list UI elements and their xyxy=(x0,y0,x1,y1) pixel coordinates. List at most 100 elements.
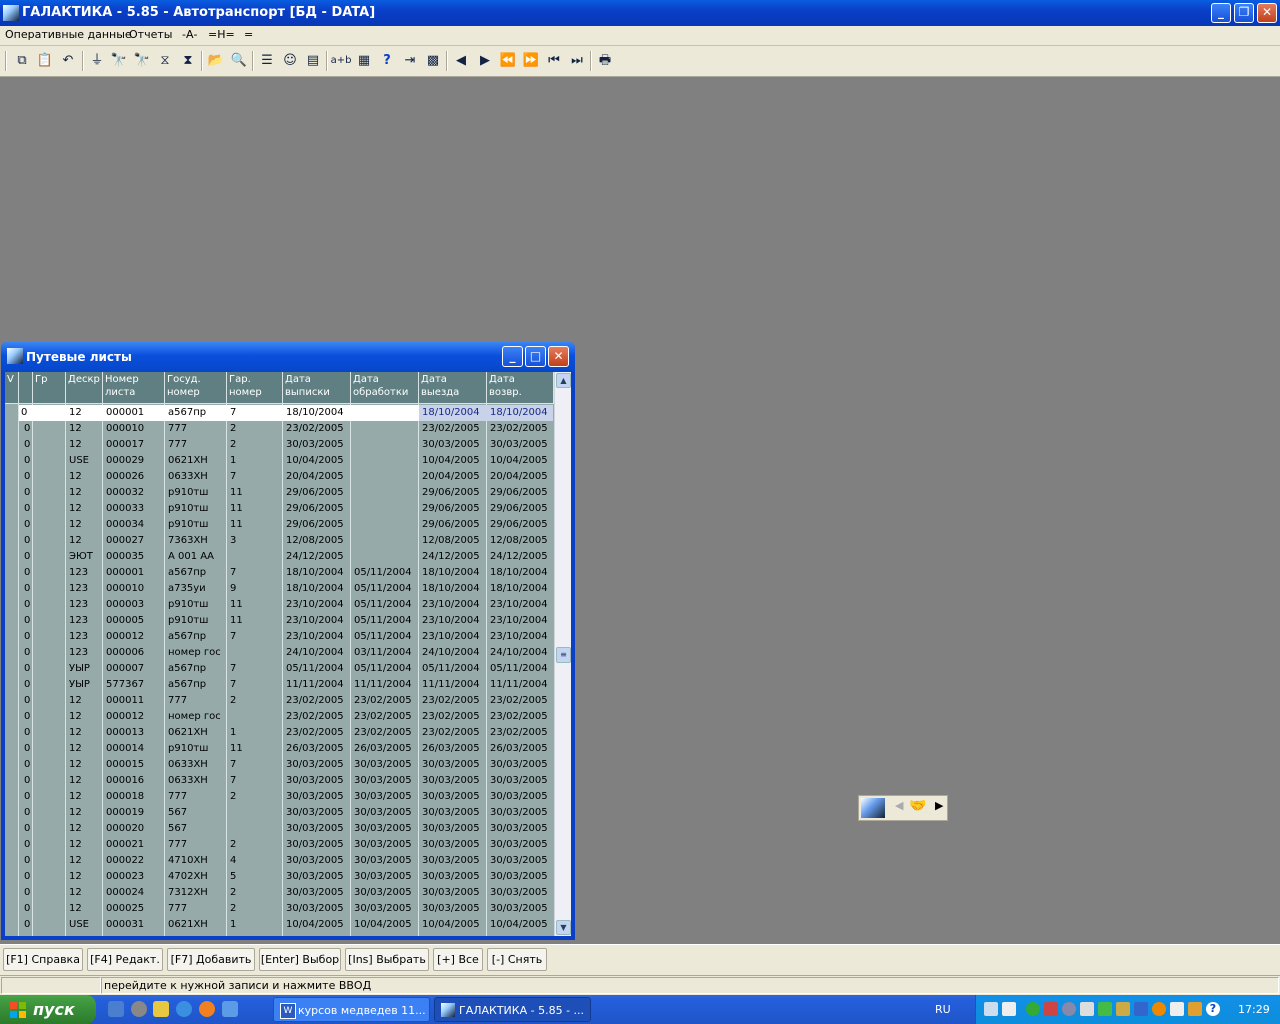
f4-edit-button[interactable]: [F4] Редакт. xyxy=(87,948,163,971)
table-row[interactable]: 0 12 000024 7312ХН 2 30/03/2005 30/03/2005 30/0… xyxy=(5,885,554,901)
header-col-return-date[interactable]: Дата возвр. xyxy=(487,372,554,404)
tray-connection-icon[interactable] xyxy=(1134,1002,1148,1016)
fast-forward-icon[interactable]: ⏩ xyxy=(520,50,542,72)
list-icon[interactable]: ☰ xyxy=(256,50,278,72)
exit-icon[interactable]: ⇥ xyxy=(399,50,421,72)
table-row[interactable]: 0 123 000006 номер гос 24/10/2004 03/11/2004 2… xyxy=(5,645,554,661)
table-row[interactable]: 0 12 000012 номер гос 23/02/2005 23/02/2005 23… xyxy=(5,709,554,725)
show-desktop-icon[interactable] xyxy=(108,1001,124,1017)
table-row[interactable]: 0 123 000005 р910тш 11 23/10/2004 05/11/2004 23… xyxy=(5,613,554,629)
quicklaunch-app-icon[interactable] xyxy=(153,1001,169,1017)
print-icon[interactable]: 🖶 xyxy=(594,50,616,72)
table-row[interactable]: 0 12 000021 777 2 30/03/2005 30/03/2005 30/03/2… xyxy=(5,837,554,853)
tray-puzzle-icon[interactable] xyxy=(1116,1002,1130,1016)
handshake-icon[interactable]: 🤝 xyxy=(909,798,926,814)
child-close-button[interactable]: ✕ xyxy=(548,346,569,367)
tray-messenger-icon[interactable] xyxy=(1152,1002,1166,1016)
restore-button[interactable]: ❐ xyxy=(1234,3,1254,23)
text-ab-icon[interactable]: a+b xyxy=(330,50,352,72)
plus-all-button[interactable]: [+] Все xyxy=(433,948,483,971)
scroll-down-button[interactable]: ▼ xyxy=(556,920,571,935)
tray-antivirus-icon[interactable] xyxy=(1026,1002,1040,1016)
smiley-icon[interactable]: ☺ xyxy=(279,50,301,72)
table-row[interactable]: 0 USE 000031 0621ХН 1 10/04/2005 10/04/2005 10/… xyxy=(5,917,554,933)
menu-eq[interactable]: = xyxy=(244,28,253,41)
table-row[interactable]: 0 12 000001 а567пр 7 18/10/2004 18/10/2004 18/1… xyxy=(5,405,554,421)
table-row[interactable]: 0 УЫР 000007 а567пр 7 05/11/2004 05/11/2004 05/… xyxy=(5,661,554,677)
header-col-group[interactable]: Гр xyxy=(33,372,66,404)
table-row[interactable]: 0 123 000012 а567пр 7 23/10/2004 05/11/2004 23/… xyxy=(5,629,554,645)
grid-icon[interactable]: ▩ xyxy=(422,50,444,72)
browser-icon[interactable] xyxy=(199,1001,215,1017)
table-row[interactable]: 0 123 000010 а735уи 9 18/10/2004 05/11/2004 18/… xyxy=(5,581,554,597)
panel-icon[interactable]: ▤ xyxy=(302,50,324,72)
table-row[interactable]: 0 123 000003 р910тш 11 23/10/2004 05/11/2004 23… xyxy=(5,597,554,613)
table-row[interactable]: 0 12 000014 р910тш 11 26/03/2005 26/03/2005 26/… xyxy=(5,741,554,757)
rewind-icon[interactable]: ⏪ xyxy=(497,50,519,72)
prev-icon[interactable]: ◀ xyxy=(450,50,472,72)
header-col-v[interactable]: V xyxy=(5,372,19,404)
close-button[interactable]: ✕ xyxy=(1257,3,1277,23)
waybills-grid[interactable]: V Гр Дескр Номер листа Госуд. номер Гар. номер Да… xyxy=(5,372,571,936)
undo-icon[interactable]: ↶ xyxy=(57,50,79,72)
menu-n[interactable]: =Н= xyxy=(208,28,235,41)
f7-add-button[interactable]: [F7] Добавить xyxy=(167,948,255,971)
table-row[interactable]: 0 12 000019 567 30/03/2005 30/03/2005 30/03/20… xyxy=(5,805,554,821)
table-row[interactable]: 0 12 000020 567 30/03/2005 30/03/2005 30/03/20… xyxy=(5,821,554,837)
table-row[interactable]: 0 12 000016 0633ХН 7 30/03/2005 30/03/2005 30/0… xyxy=(5,773,554,789)
find-next-icon[interactable]: 🔭 xyxy=(131,50,153,72)
minus-unselect-button[interactable]: [-] Снять xyxy=(487,948,547,971)
header-col-sheet-number[interactable]: Номер листа xyxy=(103,372,165,404)
open-folder-icon[interactable]: 📂 xyxy=(205,50,227,72)
minimize-button[interactable]: _ xyxy=(1211,3,1231,23)
header-col-plate-number[interactable]: Госуд. номер xyxy=(165,372,227,404)
tray-help-icon[interactable]: ? xyxy=(1206,1002,1220,1016)
grid-vertical-scrollbar[interactable]: ▲ ≡ ▼ xyxy=(554,372,571,936)
next-icon[interactable]: ▶ xyxy=(474,50,496,72)
scroll-up-button[interactable]: ▲ xyxy=(556,373,571,388)
table-row[interactable]: 0 ЭЮТ 000035 А 001 АА 24/12/2005 24/12/2005 24… xyxy=(5,549,554,565)
internet-explorer-icon[interactable] xyxy=(176,1001,192,1017)
quicklaunch-icon[interactable] xyxy=(222,1001,238,1017)
ins-choose-button[interactable]: [Ins] Выбрать xyxy=(345,948,429,971)
float-prev-icon[interactable]: ◀ xyxy=(895,799,903,812)
start-button[interactable]: пуск xyxy=(0,995,96,1024)
calculator-icon[interactable]: ▦ xyxy=(353,50,375,72)
table-row[interactable]: 0 12 000027 7363ХН 3 12/08/2005 12/08/2005 12/0… xyxy=(5,533,554,549)
header-col-departure-date[interactable]: Дата выезда xyxy=(419,372,487,404)
task-galaktika[interactable]: ГАЛАКТИКА - 5.85 - ... xyxy=(434,997,591,1022)
copy-icon[interactable]: ⧉ xyxy=(11,50,33,72)
media-player-icon[interactable] xyxy=(131,1001,147,1017)
search-folder-icon[interactable]: 🔍 xyxy=(228,50,250,72)
table-row[interactable]: 0 12 000026 0633ХН 7 20/04/2005 20/04/2005 20/0… xyxy=(5,469,554,485)
table-row[interactable]: 0 12 000033 р910тш 11 29/06/2005 29/06/2005 29/… xyxy=(5,501,554,517)
tray-sound-icon[interactable] xyxy=(1062,1002,1076,1016)
table-row[interactable]: 0 12 000023 4702ХН 5 30/03/2005 30/03/2005 30/0… xyxy=(5,869,554,885)
waybills-title-bar[interactable]: Путевые листы _ □ ✕ xyxy=(1,342,575,372)
child-minimize-button[interactable]: _ xyxy=(502,346,523,367)
header-col-issue-date[interactable]: Дата выписки xyxy=(283,372,351,404)
float-next-icon[interactable]: ▶ xyxy=(935,799,943,812)
f1-help-button[interactable]: [F1] Справка xyxy=(3,948,83,971)
menu-reports[interactable]: Отчеты xyxy=(129,28,172,41)
enter-select-button[interactable]: [Enter] Выбор xyxy=(259,948,341,971)
table-row[interactable]: 0 12 000011 777 2 23/02/2005 23/02/2005 23/02/2… xyxy=(5,693,554,709)
filter-icon[interactable]: ⏚ xyxy=(86,50,108,72)
tray-tool-icon[interactable] xyxy=(1002,1002,1016,1016)
filter-clear-icon[interactable]: ⧗ xyxy=(177,50,199,72)
table-row[interactable]: 0 12 000013 0621ХН 1 23/02/2005 23/02/2005 23/0… xyxy=(5,725,554,741)
menu-operative-data[interactable]: Оперативные данные xyxy=(5,28,132,41)
scroll-thumb[interactable]: ≡ xyxy=(556,647,571,663)
paste-icon[interactable]: 📋 xyxy=(34,50,56,72)
table-row[interactable]: 0 12 000025 777 2 30/03/2005 30/03/2005 30/03/2… xyxy=(5,901,554,917)
language-indicator[interactable]: RU xyxy=(935,1003,951,1016)
table-row[interactable]: 0 УЫР 577367 а567пр 7 11/11/2004 11/11/2004 11/… xyxy=(5,677,554,693)
table-row[interactable]: 0 12 000010 777 2 23/02/2005 23/02/2005 23/02/2… xyxy=(5,421,554,437)
menu-a[interactable]: -А- xyxy=(182,28,197,41)
header-col-descr[interactable]: Дескр xyxy=(66,372,103,404)
filter-set-icon[interactable]: ⧖ xyxy=(154,50,176,72)
table-row[interactable]: 0 12 000017 777 2 30/03/2005 30/03/2005 30/03/2… xyxy=(5,437,554,453)
table-row[interactable]: 0 USE 000029 0621ХН 1 10/04/2005 10/04/2005 10/… xyxy=(5,453,554,469)
header-col-mark[interactable] xyxy=(19,372,33,404)
tray-calendar-icon[interactable] xyxy=(1170,1002,1184,1016)
